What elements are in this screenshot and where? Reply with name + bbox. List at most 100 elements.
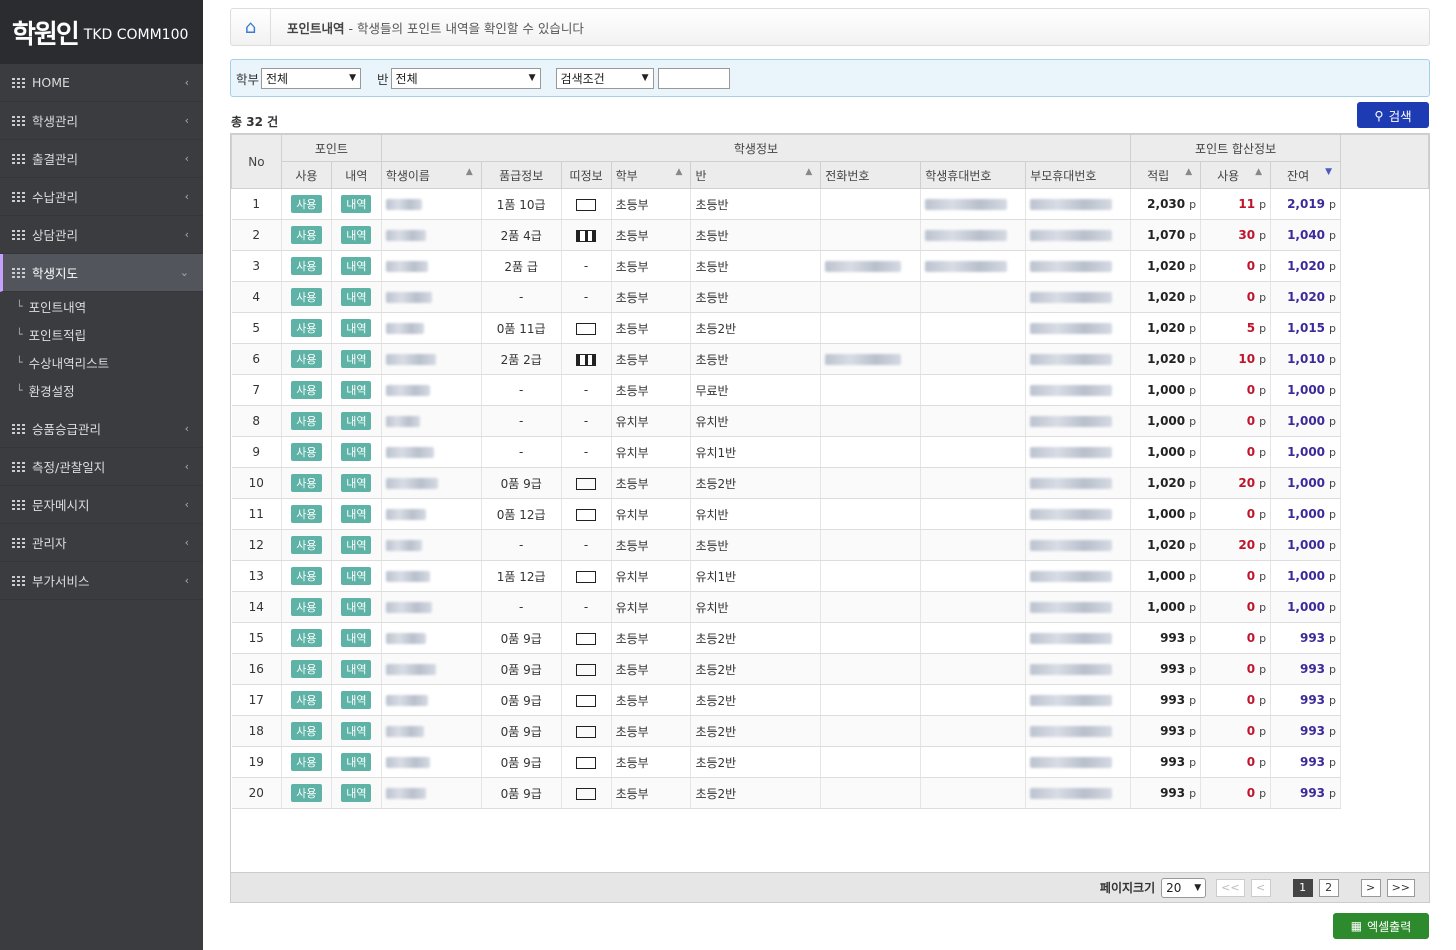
student-name-cell[interactable] [381, 219, 482, 251]
log-button[interactable]: 내역 [341, 474, 372, 492]
student-name-cell[interactable] [381, 312, 482, 344]
log-button[interactable]: 내역 [341, 753, 372, 771]
table-row[interactable]: 10 사용 내역 0품 9급 초등부 초등2반 1,020 p 20 p 1,000… [231, 467, 1429, 499]
col-used[interactable]: 사용 ▲ [1200, 161, 1272, 189]
student-name-cell[interactable] [381, 498, 482, 530]
student-name-cell[interactable] [381, 250, 482, 282]
use-button[interactable]: 사용 [291, 629, 322, 647]
sidebar-item-10[interactable]: 부가서비스 ‹ [0, 562, 203, 600]
use-button[interactable]: 사용 [291, 474, 322, 492]
page-size-select[interactable]: 20 ▼ [1161, 877, 1207, 898]
table-row[interactable]: 18 사용 내역 0품 9급 초등부 초등2반 993 p 0p 993 p [231, 715, 1429, 747]
sidebar-item-6[interactable]: 승품승급관리 ‹ [0, 410, 203, 448]
log-button[interactable]: 내역 [341, 629, 372, 647]
sidebar-item-3[interactable]: 수납관리 ‹ [0, 178, 203, 216]
student-name-cell[interactable] [381, 777, 482, 809]
log-button[interactable]: 내역 [341, 536, 372, 554]
log-button[interactable]: 내역 [341, 691, 372, 709]
use-button[interactable]: 사용 [291, 381, 322, 399]
student-name-cell[interactable] [381, 188, 482, 220]
col-earned[interactable]: 적립 ▲ [1130, 161, 1202, 189]
col-balance[interactable]: 잔여 ▼ [1270, 161, 1342, 189]
page-2-button[interactable]: 2 [1318, 878, 1339, 897]
log-button[interactable]: 내역 [341, 195, 372, 213]
student-name-cell[interactable] [381, 436, 482, 468]
sidebar-subitem-2[interactable]: └ 수상내역리스트 [0, 348, 203, 376]
student-name-cell[interactable] [381, 591, 482, 623]
use-button[interactable]: 사용 [291, 288, 322, 306]
log-button[interactable]: 내역 [341, 288, 372, 306]
table-row[interactable]: 11 사용 내역 0품 12급 유치부 유치반 1,000 p 0p 1,000 p [231, 498, 1429, 530]
table-row[interactable]: 19 사용 내역 0품 9급 초등부 초등2반 993 p 0p 993 p [231, 746, 1429, 778]
use-button[interactable]: 사용 [291, 784, 322, 802]
table-row[interactable]: 20 사용 내역 0품 9급 초등부 초등2반 993 p 0p 993 p [231, 777, 1429, 809]
log-button[interactable]: 내역 [341, 567, 372, 585]
sidebar-item-5[interactable]: 학생지도 ⌄ [0, 254, 203, 292]
sidebar-item-8[interactable]: 문자메시지 ‹ [0, 486, 203, 524]
student-name-cell[interactable] [381, 560, 482, 592]
search-condition-select[interactable]: 검색조건 ▼ [555, 67, 654, 89]
use-button[interactable]: 사용 [291, 226, 322, 244]
table-row[interactable]: 16 사용 내역 0품 9급 초등부 초등2반 993 p 0p 993 p [231, 653, 1429, 685]
home-icon[interactable]: ⌂ [231, 9, 271, 45]
table-row[interactable]: 5 사용 내역 0품 11급 초등부 초등2반 1,020 p 5p 1,015 p [231, 312, 1429, 344]
sidebar-item-4[interactable]: 상담관리 ‹ [0, 216, 203, 254]
table-row[interactable]: 12 사용 내역 - - 초등부 초등반 1,020 p 20 p 1,000 p [231, 529, 1429, 561]
log-button[interactable]: 내역 [341, 443, 372, 461]
table-row[interactable]: 2 사용 내역 2품 4급 초등부 초등반 1,070 p 30 p 1,040 p [231, 219, 1429, 251]
table-row[interactable]: 17 사용 내역 0품 9급 초등부 초등2반 993 p 0p 993 p [231, 684, 1429, 716]
student-name-cell[interactable] [381, 653, 482, 685]
first-page-button[interactable]: << [1216, 878, 1245, 897]
student-name-cell[interactable] [381, 746, 482, 778]
use-button[interactable]: 사용 [291, 691, 322, 709]
dept-select[interactable]: 전체 ▼ [261, 67, 362, 89]
student-name-cell[interactable] [381, 684, 482, 716]
student-name-cell[interactable] [381, 467, 482, 499]
search-keyword-input[interactable] [657, 67, 730, 89]
student-name-cell[interactable] [381, 529, 482, 561]
search-button[interactable]: ⚲ 검색 [1357, 102, 1429, 128]
use-button[interactable]: 사용 [291, 753, 322, 771]
log-button[interactable]: 내역 [341, 381, 372, 399]
use-button[interactable]: 사용 [291, 257, 322, 275]
class-select[interactable]: 전체 ▼ [390, 67, 541, 89]
use-button[interactable]: 사용 [291, 536, 322, 554]
sidebar-subitem-3[interactable]: └ 환경설정 [0, 376, 203, 404]
log-button[interactable]: 내역 [341, 505, 372, 523]
table-row[interactable]: 4 사용 내역 - - 초등부 초등반 1,020 p 0p 1,020 p [231, 281, 1429, 313]
table-row[interactable]: 3 사용 내역 2품 급 - 초등부 초등반 1,020 p 0p 1,020 p [231, 250, 1429, 282]
logo[interactable]: 학원인 TKD COMM100 [0, 0, 203, 64]
use-button[interactable]: 사용 [291, 195, 322, 213]
col-class[interactable]: 반 ▲ [690, 161, 822, 189]
log-button[interactable]: 내역 [341, 598, 372, 616]
student-name-cell[interactable] [381, 715, 482, 747]
table-row[interactable]: 7 사용 내역 - - 초등부 무료반 1,000 p 0p 1,000 p [231, 374, 1429, 406]
student-name-cell[interactable] [381, 374, 482, 406]
prev-page-button[interactable]: < [1250, 878, 1271, 897]
student-name-cell[interactable] [381, 281, 482, 313]
sidebar-item-7[interactable]: 측정/관찰일지 ‹ [0, 448, 203, 486]
table-row[interactable]: 6 사용 내역 2품 2급 초등부 초등반 1,020 p 10 p 1,010 p [231, 343, 1429, 375]
excel-export-button[interactable]: ▦ 엑셀출력 [1333, 913, 1429, 939]
use-button[interactable]: 사용 [291, 722, 322, 740]
table-row[interactable]: 15 사용 내역 0품 9급 초등부 초등2반 993 p 0p 993 p [231, 622, 1429, 654]
student-name-cell[interactable] [381, 622, 482, 654]
table-row[interactable]: 8 사용 내역 - - 유치부 유치반 1,000 p 0p 1,000 p [231, 405, 1429, 437]
use-button[interactable]: 사용 [291, 350, 322, 368]
table-row[interactable]: 13 사용 내역 1품 12급 유치부 유치1반 1,000 p 0p 1,000… [231, 560, 1429, 592]
table-row[interactable]: 9 사용 내역 - - 유치부 유치1반 1,000 p 0p 1,000 p [231, 436, 1429, 468]
log-button[interactable]: 내역 [341, 350, 372, 368]
sidebar-item-9[interactable]: 관리자 ‹ [0, 524, 203, 562]
sidebar-item-1[interactable]: 학생관리 ‹ [0, 102, 203, 140]
log-button[interactable]: 내역 [341, 226, 372, 244]
next-page-button[interactable]: > [1360, 878, 1381, 897]
table-row[interactable]: 1 사용 내역 1품 10급 초등부 초등반 2,030 p 11 p 2,019 p [231, 188, 1429, 220]
sidebar-item-2[interactable]: 출결관리 ‹ [0, 140, 203, 178]
use-button[interactable]: 사용 [291, 319, 322, 337]
use-button[interactable]: 사용 [291, 443, 322, 461]
page-1-button[interactable]: 1 [1292, 878, 1313, 897]
sidebar-subitem-0[interactable]: └ 포인트내역 [0, 292, 203, 320]
student-name-cell[interactable] [381, 405, 482, 437]
log-button[interactable]: 내역 [341, 257, 372, 275]
log-button[interactable]: 내역 [341, 412, 372, 430]
